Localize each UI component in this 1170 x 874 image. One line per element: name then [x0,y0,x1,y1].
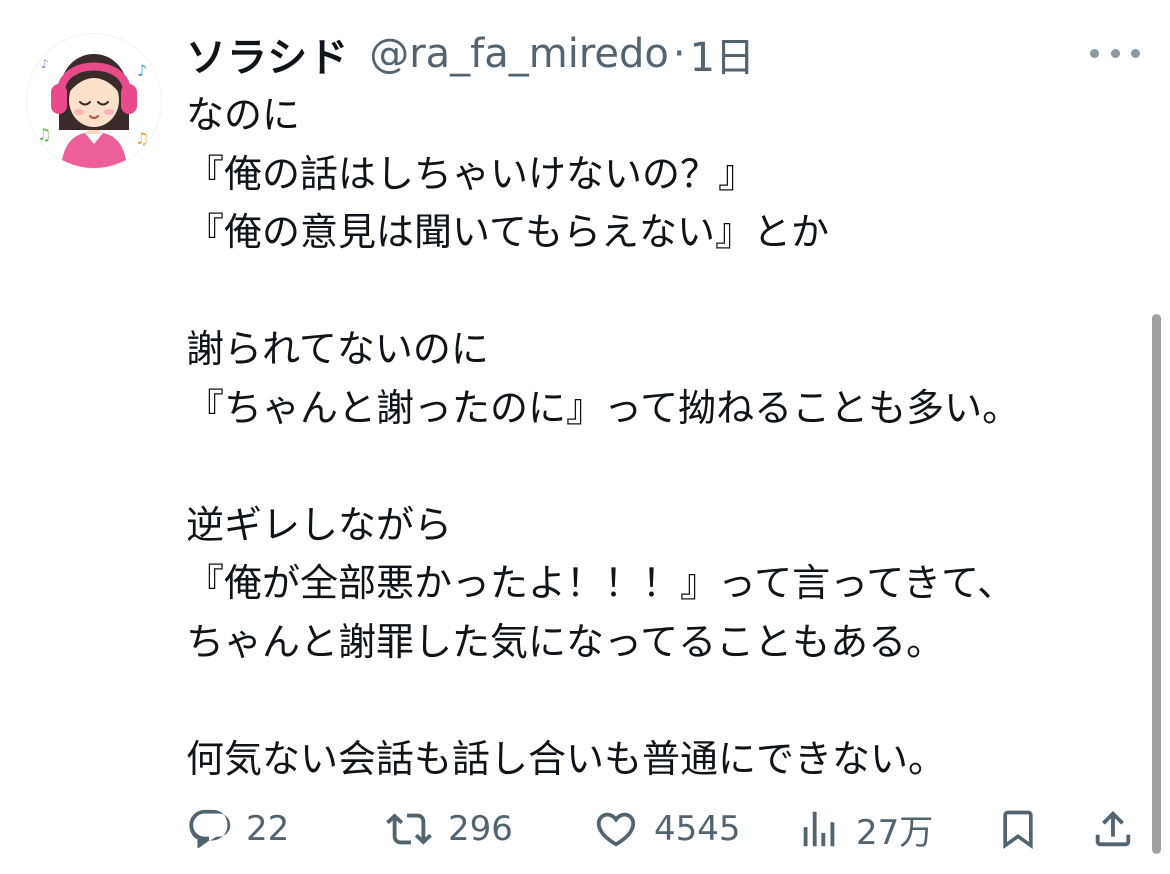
retweet-button[interactable]: 296 [384,800,513,858]
girl-with-headphones-avatar-icon: ♫ ♪ ♫ ♪ [27,34,161,168]
share-button[interactable] [1090,800,1136,858]
views-count: 27万 [856,812,934,853]
tweet-text-line: 『俺が全部悪かったよ！！！』って言ってきて、 [186,561,1016,605]
like-button[interactable]: 4545 [592,800,741,858]
tweet-text-line: 『ちゃんと謝ったのに』って拗ねることも多い。 [186,385,1021,430]
reply-icon [189,809,231,849]
svg-text:♪: ♪ [137,61,147,80]
tweet-text-line: 『俺の話はしちゃいけないの？』 [186,151,757,196]
svg-text:♪: ♪ [41,57,49,71]
avatar[interactable]: ♫ ♪ ♫ ♪ [26,33,162,169]
like-count: 4545 [654,809,741,849]
reply-button[interactable]: 22 [186,800,289,858]
tweet-header: ソラシド @ra_fa_miredo · 1日 [186,26,755,82]
retweet-icon [386,813,432,845]
separator-dot: · [672,31,686,77]
tweet-text-line: ちゃんと謝罪した気になってることもある。 [186,619,945,664]
share-icon [1095,810,1131,847]
svg-text:♫: ♫ [135,129,149,148]
display-name[interactable]: ソラシド [186,25,349,83]
views-bar-chart-icon [803,811,835,847]
tweet-text-line: なのに [186,93,301,137]
tweet-text-line: 逆ギレしながら [186,502,453,547]
more-horizontal-icon[interactable] [1090,40,1140,66]
heart-icon [596,812,636,847]
svg-text:♫: ♫ [37,125,51,144]
bookmark-button[interactable] [996,800,1040,858]
tweet[interactable]: ♫ ♪ ♫ ♪ ソラシド @ra_fa_miredo · 1日 なのに 『俺の話… [0,0,1170,874]
views-button[interactable]: 27万 [796,800,933,858]
user-handle[interactable]: @ra_fa_miredo [369,31,669,77]
reply-count: 22 [246,809,290,849]
tweet-text-blank-line [186,262,1146,321]
tweet-action-bar: 22 296 4545 27万 [186,800,1146,858]
tweet-text-blank-line [186,437,1146,496]
tweet-text: なのに 『俺の話はしちゃいけないの？』 『俺の意見は聞いてもらえない』とか 謝ら… [186,86,1146,788]
tweet-text-line: 何気ない会話も話し合いも普通にできない。 [186,736,947,781]
tweet-text-line: 謝られてないのに [186,327,489,371]
tweet-text-blank-line [186,671,1146,730]
bookmark-icon [1003,810,1033,850]
tweet-text-line: 『俺の意見は聞いてもらえない』とか [186,210,829,254]
timestamp[interactable]: 1日 [690,25,755,83]
retweet-count: 296 [448,809,513,849]
scrollbar[interactable] [1152,314,1161,854]
